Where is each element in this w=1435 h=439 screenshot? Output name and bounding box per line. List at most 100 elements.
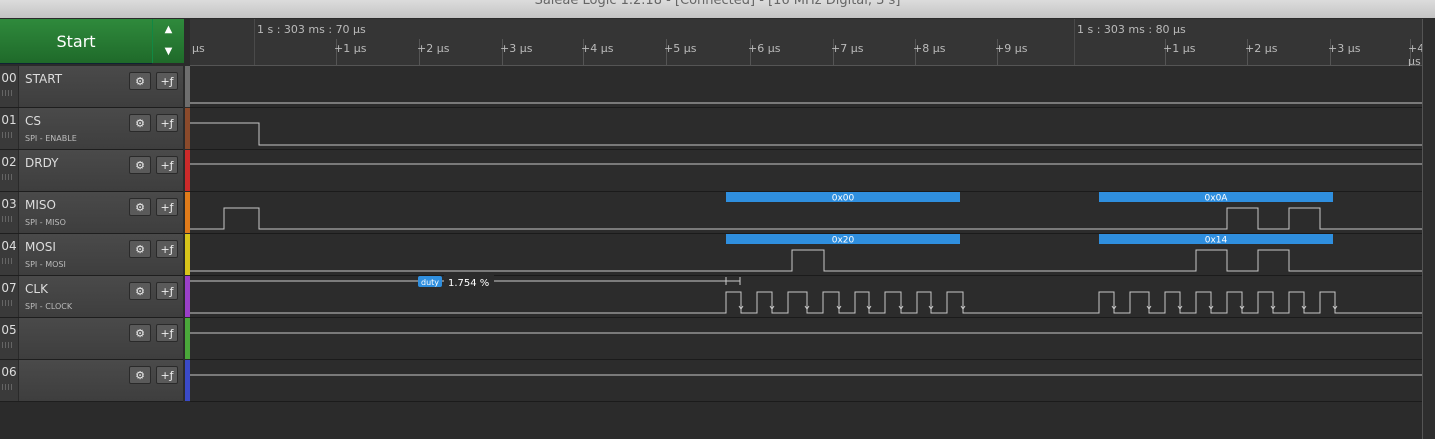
- drag-handle-icon[interactable]: [2, 132, 14, 138]
- ruler-tick-label: +6 µs: [748, 42, 781, 55]
- drag-handle-icon[interactable]: [2, 258, 14, 264]
- time-ruler[interactable]: 1 s : 303 ms : 70 µs 1 s : 303 ms : 80 µ…: [190, 19, 1424, 68]
- channel-number: 02: [1, 155, 17, 169]
- channel-settings-button[interactable]: ⚙: [129, 114, 151, 132]
- channel-number: 07: [1, 281, 17, 295]
- channel-settings-button[interactable]: ⚙: [129, 240, 151, 258]
- add-analyzer-button[interactable]: +ƒ: [156, 366, 178, 384]
- channel-settings-button[interactable]: ⚙: [129, 72, 151, 90]
- start-button[interactable]: Start: [0, 19, 152, 64]
- drag-handle-icon[interactable]: [2, 300, 14, 306]
- ruler-tick-label: +1 µs: [334, 42, 367, 55]
- miso-decode-text: 0x0A: [1205, 194, 1229, 204]
- drag-handle-icon[interactable]: [2, 384, 14, 390]
- drag-handle-icon[interactable]: [2, 216, 14, 222]
- waveform-area[interactable]: 0x00 0x0A 0x20 0x14 duty 1.754 %: [190, 66, 1422, 402]
- vertical-scrollbar[interactable]: [1422, 19, 1435, 439]
- ruler-divider: [254, 19, 255, 65]
- channel-settings-button[interactable]: ⚙: [129, 366, 151, 384]
- channel-settings-button[interactable]: ⚙: [129, 198, 151, 216]
- ruler-tick-label: +3 µs: [500, 42, 533, 55]
- add-analyzer-button[interactable]: +ƒ: [156, 114, 178, 132]
- channel-row[interactable]: 03 MISO SPI - MISO ⚙ +ƒ: [0, 192, 183, 234]
- channel-name[interactable]: START: [25, 72, 62, 86]
- gear-icon: ⚙: [135, 158, 145, 172]
- channel-number: 03: [1, 197, 17, 211]
- drag-handle-icon[interactable]: [2, 90, 14, 96]
- gear-icon: ⚙: [135, 200, 145, 214]
- add-analyzer-button[interactable]: +ƒ: [156, 324, 178, 342]
- drag-handle-icon[interactable]: [2, 174, 14, 180]
- chevron-down-icon[interactable]: ▼: [153, 41, 184, 63]
- channel-lane: [190, 276, 1422, 317]
- add-analyzer-icon: +ƒ: [160, 242, 174, 256]
- gear-icon: ⚙: [135, 116, 145, 130]
- add-analyzer-icon: +ƒ: [160, 74, 174, 88]
- add-analyzer-button[interactable]: +ƒ: [156, 72, 178, 90]
- add-analyzer-icon: +ƒ: [160, 158, 174, 172]
- mosi-decode-text: 0x14: [1205, 236, 1228, 246]
- add-analyzer-icon: +ƒ: [160, 116, 174, 130]
- channel-row[interactable]: 06 ⚙ +ƒ: [0, 360, 183, 402]
- add-analyzer-icon: +ƒ: [160, 284, 174, 298]
- channel-number: 05: [1, 323, 17, 337]
- window-titlebar: Saleae Logic 1.2.18 - [Connected] - [16 …: [0, 0, 1435, 18]
- ruler-divider: [1074, 19, 1075, 65]
- add-analyzer-button[interactable]: +ƒ: [156, 198, 178, 216]
- ruler-tick-label: +5 µs: [664, 42, 697, 55]
- gear-icon: ⚙: [135, 368, 145, 382]
- channel-analyzer-label: SPI - MOSI: [25, 260, 66, 269]
- channel-lane: [190, 318, 1422, 359]
- channel-name[interactable]: CS: [25, 114, 41, 128]
- channel-row[interactable]: 00 START ⚙ +ƒ: [0, 66, 183, 108]
- channel-settings-button[interactable]: ⚙: [129, 324, 151, 342]
- ruler-tick-label: µs: [192, 42, 205, 55]
- channel-analyzer-label: SPI - MISO: [25, 218, 66, 227]
- gear-icon: ⚙: [135, 242, 145, 256]
- duty-badge-text: duty: [421, 278, 439, 287]
- ruler-tick-label: +8 µs: [913, 42, 946, 55]
- channel-analyzer-label: SPI - ENABLE: [25, 134, 77, 143]
- ruler-tick-label: +2 µs: [417, 42, 450, 55]
- channel-name[interactable]: CLK: [25, 282, 48, 296]
- add-analyzer-button[interactable]: +ƒ: [156, 240, 178, 258]
- channel-row[interactable]: 04 MOSI SPI - MOSI ⚙ +ƒ: [0, 234, 183, 276]
- channel-row[interactable]: 07 CLK SPI - CLOCK ⚙ +ƒ: [0, 276, 183, 318]
- mosi-decode-text: 0x20: [832, 236, 855, 246]
- miso-decode-text: 0x00: [832, 194, 855, 204]
- add-analyzer-button[interactable]: +ƒ: [156, 282, 178, 300]
- add-analyzer-icon: +ƒ: [160, 368, 174, 382]
- ruler-tick-label: +2 µs: [1245, 42, 1278, 55]
- start-label: Start: [56, 31, 96, 51]
- gear-icon: ⚙: [135, 74, 145, 88]
- duty-value: 1.754 %: [448, 278, 489, 289]
- ruler-segment-label: 1 s : 303 ms : 70 µs: [257, 23, 366, 36]
- channel-number: 06: [1, 365, 17, 379]
- start-options[interactable]: ▲ ▼: [152, 19, 184, 63]
- channel-settings-button[interactable]: ⚙: [129, 156, 151, 174]
- gear-icon: ⚙: [135, 326, 145, 340]
- ruler-segment-label: 1 s : 303 ms : 80 µs: [1077, 23, 1186, 36]
- window-title: Saleae Logic 1.2.18 - [Connected] - [16 …: [534, 0, 901, 8]
- channel-row[interactable]: 01 CS SPI - ENABLE ⚙ +ƒ: [0, 108, 183, 150]
- ruler-tick-label: +3 µs: [1328, 42, 1361, 55]
- channel-analyzer-label: SPI - CLOCK: [25, 302, 73, 311]
- channel-name[interactable]: DRDY: [25, 156, 59, 170]
- channel-row[interactable]: 02 DRDY ⚙ +ƒ: [0, 150, 183, 192]
- channel-number: 04: [1, 239, 17, 253]
- drag-handle-icon[interactable]: [2, 342, 14, 348]
- channel-settings-button[interactable]: ⚙: [129, 282, 151, 300]
- gear-icon: ⚙: [135, 284, 145, 298]
- channel-lane: [190, 66, 1422, 107]
- ruler-tick-label: +9 µs: [995, 42, 1028, 55]
- add-analyzer-button[interactable]: +ƒ: [156, 156, 178, 174]
- ruler-tick-label: +4 µs: [581, 42, 614, 55]
- channel-name[interactable]: MOSI: [25, 240, 56, 254]
- add-analyzer-icon: +ƒ: [160, 326, 174, 340]
- ruler-tick-label: +7 µs: [831, 42, 864, 55]
- ruler-tick-label: +1 µs: [1163, 42, 1196, 55]
- channel-lane: [190, 108, 1422, 149]
- channel-row[interactable]: 05 ⚙ +ƒ: [0, 318, 183, 360]
- channel-name[interactable]: MISO: [25, 198, 56, 212]
- chevron-up-icon[interactable]: ▲: [153, 19, 184, 41]
